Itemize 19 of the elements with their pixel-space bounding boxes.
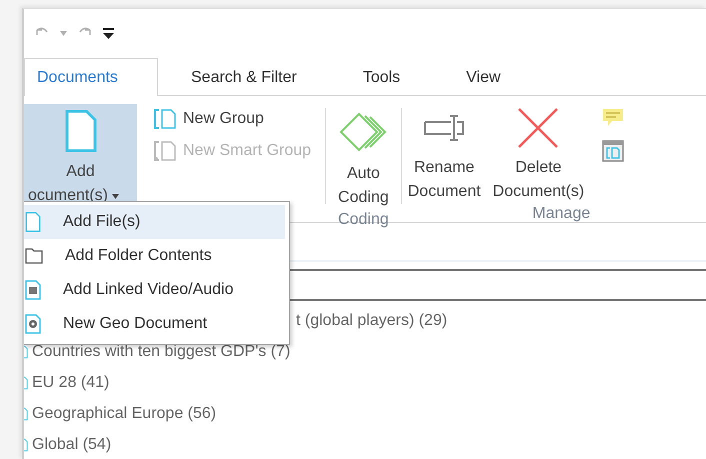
ribbon-button[interactable]: Delete Document(s) xyxy=(486,104,590,204)
menu-item[interactable]: Add Linked Video/Audio xyxy=(24,273,285,307)
auto-coding-button[interactable]: Auto Coding xyxy=(332,104,395,210)
tree-item[interactable]: EU 28 (41) xyxy=(32,374,110,392)
ribbon-button[interactable]: New Group xyxy=(149,104,316,134)
menu-item[interactable]: Add File(s) xyxy=(24,205,285,239)
ribbon-tab[interactable]: Tools xyxy=(330,58,434,96)
tree-item[interactable]: t (global players) (29) xyxy=(296,312,448,330)
ribbon-tab[interactable]: Documents xyxy=(24,58,158,96)
ribbon-tab[interactable]: View xyxy=(433,58,534,96)
ribbon-button[interactable]: Rename Document xyxy=(402,104,487,204)
menu-item[interactable]: Add Folder Contents xyxy=(24,239,285,273)
ribbon-tab[interactable]: Search & Filter xyxy=(158,58,330,96)
tree-item[interactable]: Geographical Europe (56) xyxy=(32,404,216,422)
menu-item[interactable]: New Geo Document xyxy=(24,307,285,341)
tree-item[interactable]: Global (54) xyxy=(32,436,112,454)
group-label: Manage xyxy=(532,204,590,224)
tree-item[interactable]: Countries with ten biggest GDP's (7) xyxy=(32,342,290,360)
group-label: Coding xyxy=(338,210,389,230)
